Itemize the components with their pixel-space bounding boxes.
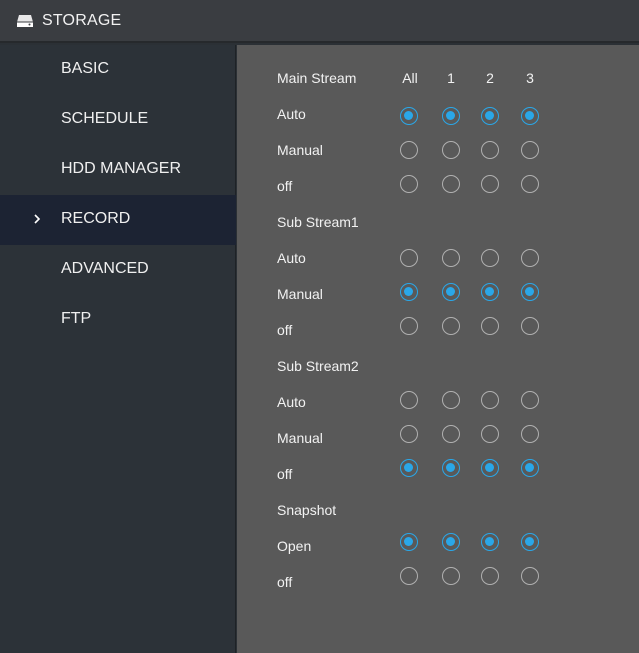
sub-stream2-auto-radio-2[interactable]: [481, 391, 499, 409]
row-label-off: off: [277, 322, 293, 338]
sub-stream2-auto-radio-1[interactable]: [442, 391, 460, 409]
sub-stream1-auto-radio-1[interactable]: [442, 249, 460, 267]
snapshot-off-radio-2[interactable]: [481, 567, 499, 585]
main-stream-manual-radio-3[interactable]: [521, 141, 539, 159]
sidebar-item-label: ADVANCED: [61, 260, 149, 277]
main-stream-auto-radio-2[interactable]: [481, 107, 499, 125]
sidebar-item-schedule[interactable]: SCHEDULE: [0, 95, 236, 145]
sidebar-item-label: FTP: [61, 310, 92, 327]
sub-stream1-manual-radio-all[interactable]: [400, 283, 418, 301]
sidebar-item-label: RECORD: [61, 210, 131, 227]
sub-stream1-manual-radio-2[interactable]: [481, 283, 499, 301]
column-header-all: All: [402, 70, 418, 86]
sidebar-item-label: BASIC: [61, 60, 110, 77]
row-label-auto: Auto: [277, 106, 306, 122]
page-title: STORAGE: [42, 12, 122, 29]
sub-stream2-off-radio-all[interactable]: [400, 459, 418, 477]
sub-stream1-auto-radio-3[interactable]: [521, 249, 539, 267]
sub-stream1-manual-radio-1[interactable]: [442, 283, 460, 301]
sub-stream1-auto-radio-all[interactable]: [400, 249, 418, 267]
sub-stream1-off-radio-2[interactable]: [481, 317, 499, 335]
sub-stream1-off-radio-1[interactable]: [442, 317, 460, 335]
snapshot-off-radio-3[interactable]: [521, 567, 539, 585]
top-bar: STORAGE: [0, 0, 639, 43]
sidebar-item-label: HDD MANAGER: [61, 160, 182, 177]
section-title-snapshot: Snapshot: [277, 502, 337, 518]
sub-stream2-auto-radio-3[interactable]: [521, 391, 539, 409]
column-header-3: 3: [526, 70, 534, 86]
row-label-manual: Manual: [277, 430, 323, 446]
main-stream-auto-radio-all[interactable]: [400, 107, 418, 125]
sub-stream2-auto-radio-all[interactable]: [400, 391, 418, 409]
main-stream-off-radio-3[interactable]: [521, 175, 539, 193]
snapshot-open-radio-2[interactable]: [481, 533, 499, 551]
sub-stream1-off-radio-all[interactable]: [400, 317, 418, 335]
snapshot-off-radio-1[interactable]: [442, 567, 460, 585]
main-stream-off-radio-1[interactable]: [442, 175, 460, 193]
section-title-sub-stream2: Sub Stream2: [277, 358, 359, 374]
snapshot-off-radio-all[interactable]: [400, 567, 418, 585]
snapshot-open-radio-3[interactable]: [521, 533, 539, 551]
sidebar: BASIC SCHEDULE HDD MANAGER RECORD ADVANC…: [0, 45, 236, 653]
sub-stream2-manual-radio-all[interactable]: [400, 425, 418, 443]
section-title-sub-stream1: Sub Stream1: [277, 214, 359, 230]
hdd-icon: [17, 15, 33, 27]
chevron-right-icon: [34, 214, 41, 224]
sub-stream2-manual-radio-1[interactable]: [442, 425, 460, 443]
main-stream-auto-radio-3[interactable]: [521, 107, 539, 125]
main-stream-off-radio-2[interactable]: [481, 175, 499, 193]
sidebar-item-ftp[interactable]: FTP: [0, 295, 236, 345]
sub-stream2-off-radio-1[interactable]: [442, 459, 460, 477]
column-header-2: 2: [486, 70, 494, 86]
sub-stream1-off-radio-3[interactable]: [521, 317, 539, 335]
snapshot-open-radio-1[interactable]: [442, 533, 460, 551]
row-label-manual: Manual: [277, 142, 323, 158]
section-title-main-stream: Main Stream: [277, 70, 357, 86]
row-label-off: off: [277, 466, 293, 482]
sub-stream2-off-radio-3[interactable]: [521, 459, 539, 477]
row-label-auto: Auto: [277, 250, 306, 266]
sidebar-item-label: SCHEDULE: [61, 110, 149, 127]
row-label-off: off: [277, 178, 293, 194]
row-label-manual: Manual: [277, 286, 323, 302]
sidebar-item-hdd-manager[interactable]: HDD MANAGER: [0, 145, 236, 195]
row-label-off: off: [277, 574, 293, 590]
sub-stream1-manual-radio-3[interactable]: [521, 283, 539, 301]
sub-stream2-off-radio-2[interactable]: [481, 459, 499, 477]
main-stream-manual-radio-1[interactable]: [442, 141, 460, 159]
sidebar-item-record[interactable]: RECORD: [0, 195, 236, 245]
sub-stream2-manual-radio-3[interactable]: [521, 425, 539, 443]
sidebar-item-advanced[interactable]: ADVANCED: [0, 245, 236, 295]
row-label-auto: Auto: [277, 394, 306, 410]
main-stream-auto-radio-1[interactable]: [442, 107, 460, 125]
sub-stream2-manual-radio-2[interactable]: [481, 425, 499, 443]
row-label-open: Open: [277, 538, 312, 554]
sidebar-item-basic[interactable]: BASIC: [0, 45, 236, 95]
sub-stream1-auto-radio-2[interactable]: [481, 249, 499, 267]
main-stream-manual-radio-2[interactable]: [481, 141, 499, 159]
column-header-1: 1: [447, 70, 455, 86]
main-stream-manual-radio-all[interactable]: [400, 141, 418, 159]
record-settings-panel: Main Stream All 1 2 3 Auto Manual off Su…: [237, 45, 639, 653]
snapshot-open-radio-all[interactable]: [400, 533, 418, 551]
main-stream-off-radio-all[interactable]: [400, 175, 418, 193]
